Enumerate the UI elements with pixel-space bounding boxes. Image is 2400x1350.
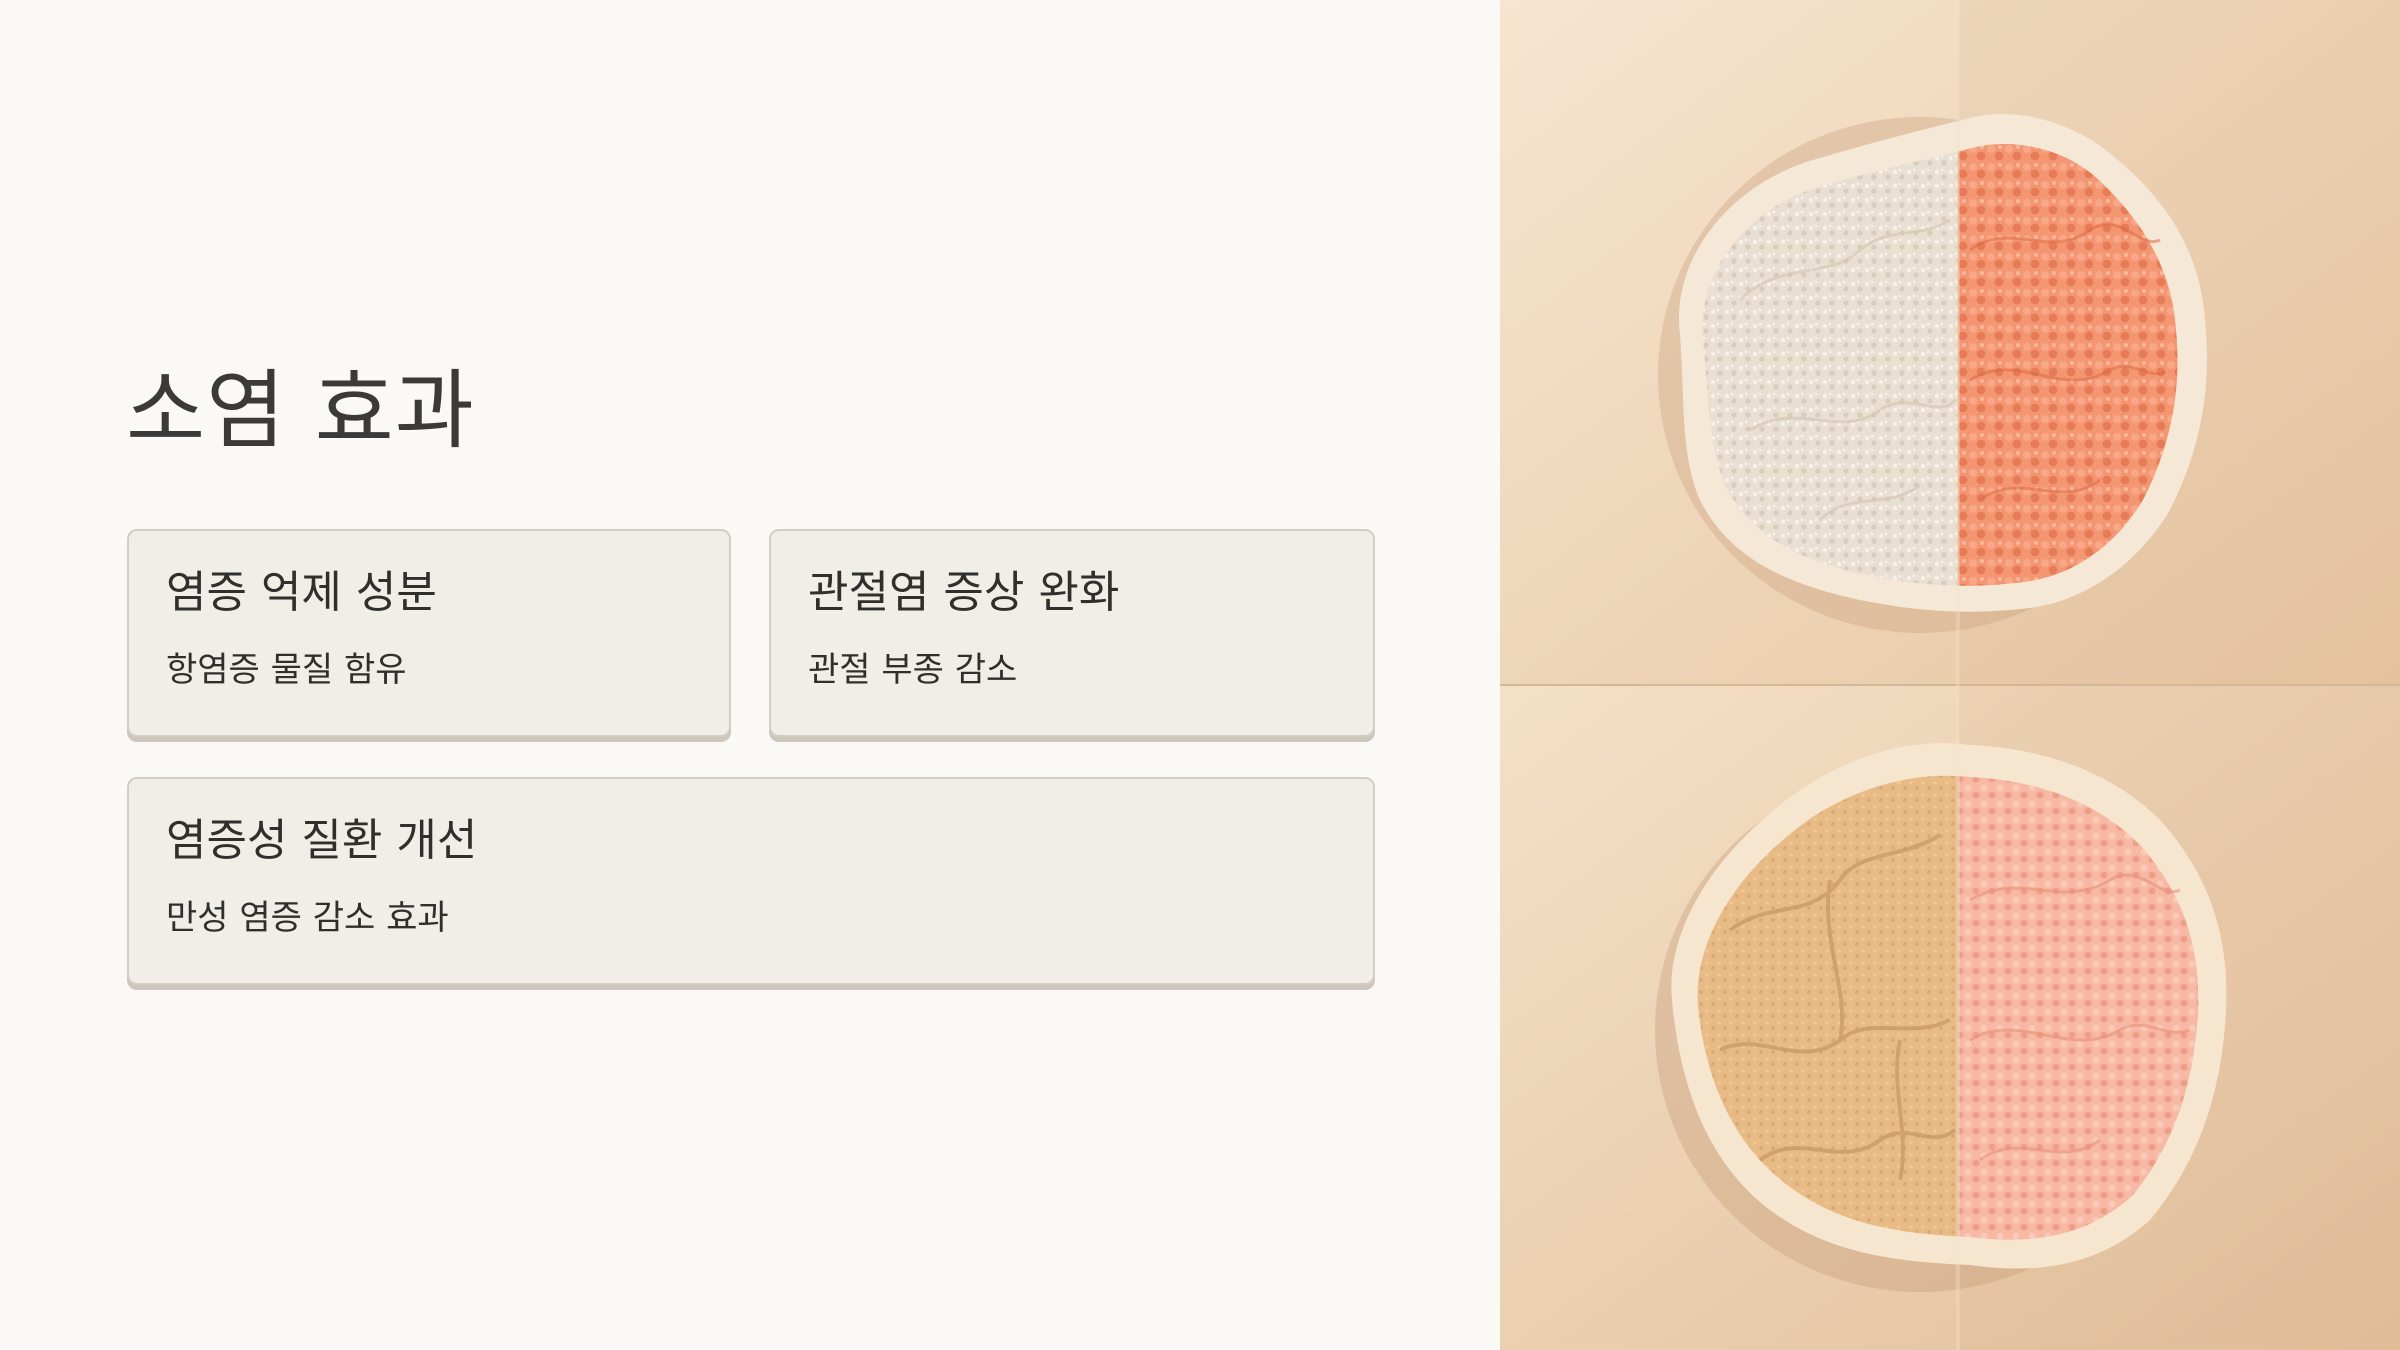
card-inflammatory-disease-improvement: 염증성 질환 개선 만성 염증 감소 효과 <box>127 777 1375 985</box>
card-title: 염증 억제 성분 <box>166 567 437 618</box>
card-title: 염증성 질환 개선 <box>166 815 478 866</box>
card-title: 관절염 증상 완화 <box>808 567 1120 618</box>
slide: 소염 효과 염증 억제 성분 항염증 물질 함유 관절염 증상 완화 관절 부종… <box>0 0 2400 1350</box>
card-inflammation-suppression: 염증 억제 성분 항염증 물질 함유 <box>127 529 731 737</box>
card-description: 항염증 물질 함유 <box>166 650 407 690</box>
card-description: 만성 염증 감소 효과 <box>166 898 449 938</box>
skin-texture-comparison-image <box>1500 0 2400 1350</box>
card-description: 관절 부종 감소 <box>808 650 1018 690</box>
card-arthritis-relief: 관절염 증상 완화 관절 부종 감소 <box>769 529 1375 737</box>
slide-title: 소염 효과 <box>126 361 475 461</box>
